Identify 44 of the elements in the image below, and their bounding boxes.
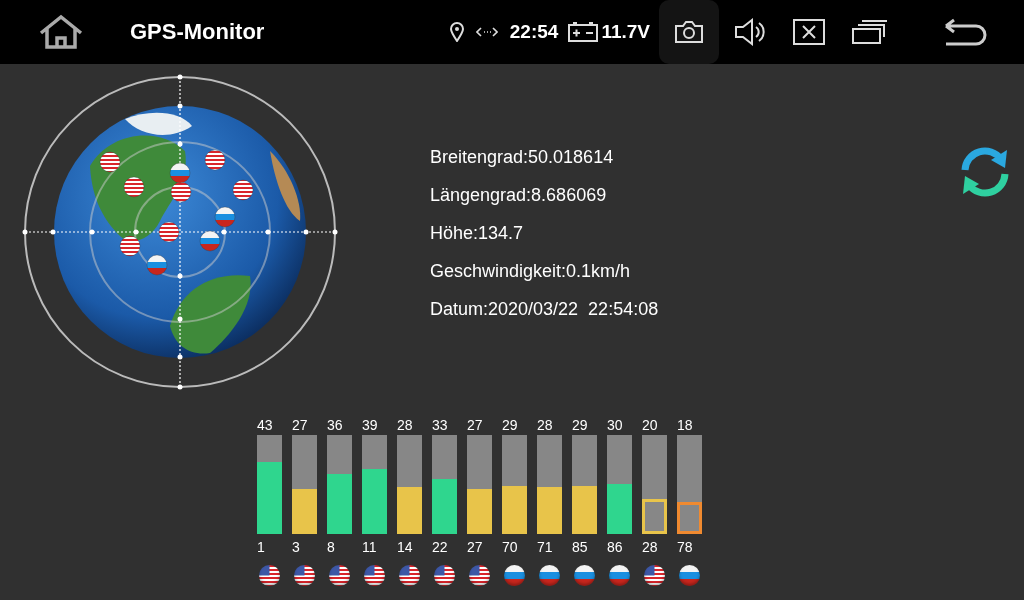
gps-reading: Breitengrad:50.018614 (430, 146, 615, 169)
satellite-number: 86 (607, 538, 623, 556)
signal-strength-value: 27 (292, 416, 308, 434)
signal-strength-value: 43 (257, 416, 273, 434)
satellite-number: 22 (432, 538, 448, 556)
satellite-number: 71 (537, 538, 553, 556)
signal-strength-value: 30 (607, 416, 623, 434)
satellite-number: 1 (257, 538, 265, 556)
signal-strength-value: 29 (502, 416, 518, 434)
signal-strength-value: 20 (642, 416, 658, 434)
signal-strength-value: 29 (572, 416, 588, 434)
satellite-number: 27 (467, 538, 483, 556)
back-arrow-icon (942, 18, 988, 46)
speaker-icon (734, 18, 768, 46)
battery-voltage: 11.7V (601, 21, 650, 43)
screenshot-button[interactable] (659, 0, 719, 64)
gps-reading: Geschwindigkeit:0.1km/h (430, 260, 632, 283)
satellite-number: 8 (327, 538, 335, 556)
satellite-number: 28 (642, 538, 658, 556)
signal-strength-value: 27 (467, 416, 483, 434)
satellite-number: 11 (362, 538, 377, 556)
satellite-number: 85 (572, 538, 588, 556)
battery-icon (568, 22, 599, 42)
gps-reading: Höhe:134.7 (430, 222, 525, 245)
data-transfer-icon (475, 25, 498, 39)
satellite-number: 78 (677, 538, 693, 556)
clock-time: 22:54 (509, 21, 559, 43)
signal-strength-value: 36 (327, 416, 343, 434)
home-icon[interactable] (38, 14, 84, 50)
satellite-number: 14 (397, 538, 413, 556)
signal-strength-value: 28 (537, 416, 553, 434)
stacked-windows-icon (852, 20, 888, 44)
gps-reading: Datum:2020/03/22 22:54:08 (430, 298, 659, 321)
signal-strength-value: 18 (677, 416, 693, 434)
signal-strength-value: 28 (397, 416, 413, 434)
satellite-number: 3 (292, 538, 300, 556)
signal-strength-value: 33 (432, 416, 448, 434)
camera-icon (674, 20, 704, 44)
location-pin-icon (449, 22, 464, 42)
satellite-number: 70 (502, 538, 518, 556)
signal-strength-value: 39 (362, 416, 378, 434)
gps-reading: Längengrad:8.686069 (430, 184, 608, 207)
close-icon (793, 19, 825, 45)
app-title: GPS-Monitor (130, 19, 265, 45)
